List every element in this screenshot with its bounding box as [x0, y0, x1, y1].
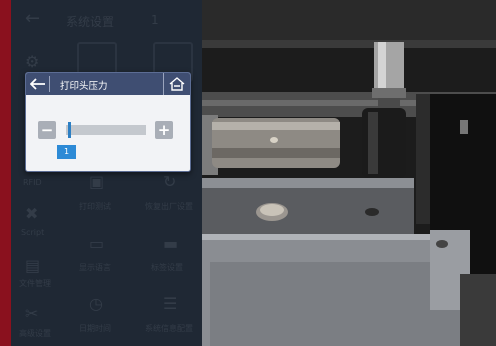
accent-bar: [0, 0, 11, 346]
settings-panel: ← 系统设置 1 ⚙ RFID ✖ Script ▤ 文件管理 ✂ 高级设置 ▣…: [11, 0, 202, 346]
printhead-pressure-dialog: 打印头压力 − + 1: [25, 72, 191, 172]
tile-label-date-time[interactable]: 日期时间: [79, 323, 111, 334]
gear-icon[interactable]: ⚙: [25, 52, 39, 71]
tile-label-print-test[interactable]: 打印测试: [79, 201, 111, 212]
pressure-slider-track[interactable]: [66, 125, 146, 135]
decrease-button[interactable]: −: [38, 121, 56, 139]
tile-label-language[interactable]: 显示语言: [79, 262, 111, 273]
printhead-mechanism-photo: [202, 0, 496, 346]
list-icon[interactable]: ☰: [163, 294, 177, 313]
back-arrow-icon[interactable]: [29, 73, 47, 95]
home-icon: [169, 77, 185, 91]
pressure-slider-thumb[interactable]: [68, 122, 71, 138]
refresh-icon[interactable]: ↻: [163, 172, 176, 191]
script-tools-icon[interactable]: ✖: [25, 204, 38, 223]
tile-label-system-info[interactable]: 系统信息配置: [145, 323, 193, 334]
dialog-title: 打印头压力: [60, 81, 108, 92]
sidebar-label-advanced[interactable]: 高级设置: [19, 328, 51, 339]
clock-icon[interactable]: ◷: [89, 294, 103, 313]
comment-icon[interactable]: ▭: [89, 234, 104, 253]
increase-button[interactable]: +: [155, 121, 173, 139]
tile-label-factory-reset[interactable]: 恢复出厂设置: [145, 201, 193, 212]
page-number: 1: [151, 13, 159, 27]
panel-title: 系统设置: [66, 15, 115, 29]
home-button[interactable]: [163, 73, 190, 95]
wrench-icon[interactable]: ✂: [25, 304, 38, 323]
folder-icon[interactable]: ▤: [25, 256, 40, 275]
dialog-header: 打印头压力: [26, 73, 190, 95]
back-arrow-icon[interactable]: ←: [25, 8, 40, 29]
sidebar-label-file-manage[interactable]: 文件管理: [19, 278, 51, 289]
sidebar-label-script[interactable]: Script: [21, 228, 44, 237]
tile-label-label-settings[interactable]: 标签设置: [151, 262, 183, 273]
ruler-icon[interactable]: ▬: [163, 234, 178, 253]
sidebar-label-rfid[interactable]: RFID: [23, 178, 42, 187]
pressure-value: 1: [57, 145, 76, 159]
header-divider: [49, 76, 50, 92]
print-icon[interactable]: ▣: [89, 172, 104, 191]
